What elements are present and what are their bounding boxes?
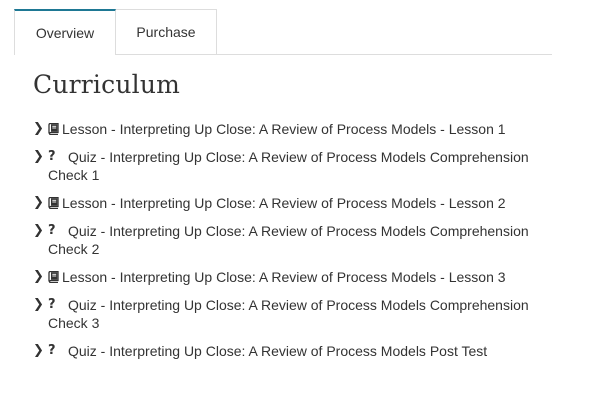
curriculum-item-label: Quiz - Interpreting Up Close: A Review o… (68, 343, 488, 359)
curriculum-item-lesson-1[interactable]: ❯ Lesson - Interpreting Up Close: A Revie… (33, 120, 553, 138)
curriculum-item-label: Quiz - Interpreting Up Close: A Review o… (48, 297, 529, 331)
curriculum-item-label: Lesson - Interpreting Up Close: A Review… (62, 121, 506, 137)
chevron-right-icon: ❯ (33, 121, 44, 136)
chevron-right-icon: ❯ (33, 297, 44, 312)
question-icon: ? (48, 297, 56, 312)
chevron-right-icon: ❯ (33, 343, 44, 358)
curriculum-item-label: Quiz - Interpreting Up Close: A Review o… (48, 223, 529, 257)
curriculum-heading: Curriculum (33, 70, 181, 99)
book-icon (48, 268, 62, 283)
curriculum-item-label: Lesson - Interpreting Up Close: A Review… (62, 195, 506, 211)
curriculum-item-lesson-2[interactable]: ❯ Lesson - Interpreting Up Close: A Revie… (33, 194, 553, 212)
question-icon: ? (48, 343, 56, 358)
curriculum-item-post-test[interactable]: ❯? Quiz - Interpreting Up Close: A Review… (33, 342, 553, 360)
tab-overview[interactable]: Overview (14, 9, 116, 55)
curriculum-item-label: Lesson - Interpreting Up Close: A Review… (62, 269, 506, 285)
curriculum-item-label: Quiz - Interpreting Up Close: A Review o… (48, 149, 529, 183)
chevron-right-icon: ❯ (33, 195, 44, 210)
curriculum-list: ❯ Lesson - Interpreting Up Close: A Revie… (33, 120, 553, 370)
question-icon: ? (48, 149, 56, 164)
curriculum-item-quiz-3[interactable]: ❯? Quiz - Interpreting Up Close: A Review… (33, 296, 553, 332)
tab-bar: Overview Purchase (14, 9, 552, 55)
curriculum-item-quiz-1[interactable]: ❯? Quiz - Interpreting Up Close: A Review… (33, 148, 553, 184)
tab-purchase[interactable]: Purchase (116, 9, 217, 54)
book-icon (48, 194, 62, 209)
book-icon (48, 120, 62, 135)
chevron-right-icon: ❯ (33, 149, 44, 164)
curriculum-item-lesson-3[interactable]: ❯ Lesson - Interpreting Up Close: A Revie… (33, 268, 553, 286)
question-icon: ? (48, 223, 56, 238)
curriculum-item-quiz-2[interactable]: ❯? Quiz - Interpreting Up Close: A Review… (33, 222, 553, 258)
chevron-right-icon: ❯ (33, 223, 44, 238)
chevron-right-icon: ❯ (33, 269, 44, 284)
